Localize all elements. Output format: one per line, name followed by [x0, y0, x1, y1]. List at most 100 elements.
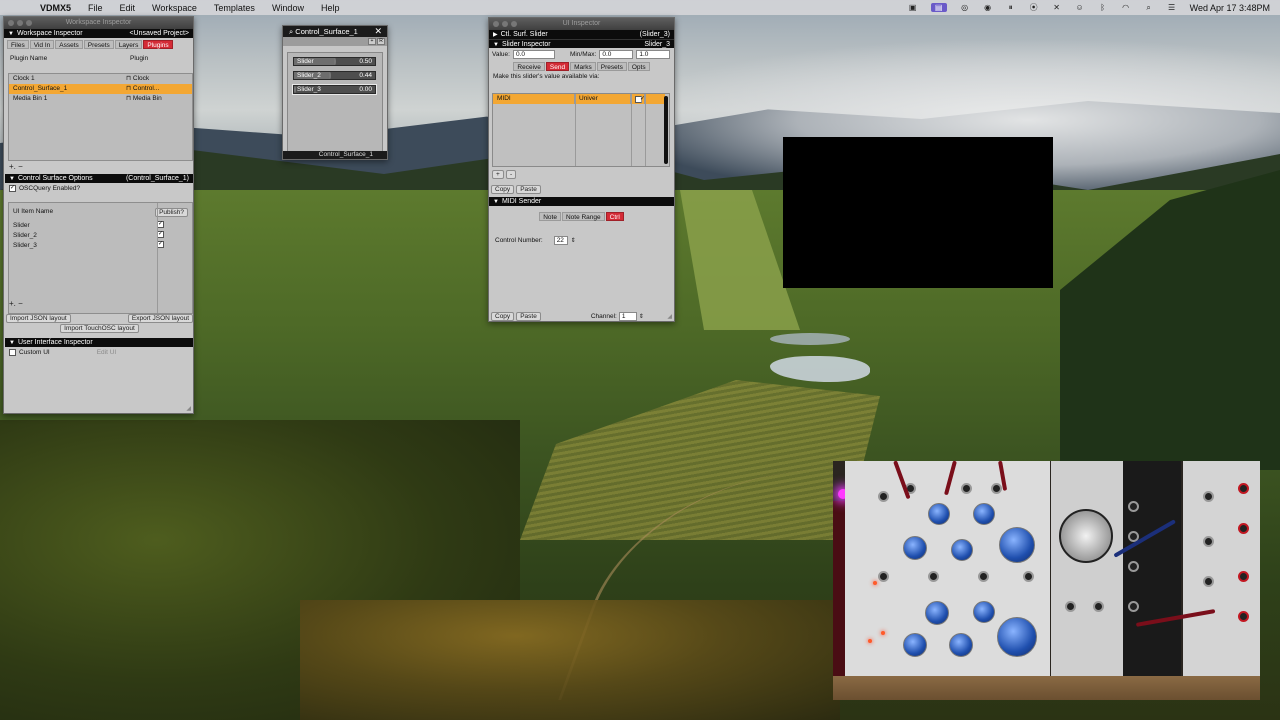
menu-templates[interactable]: Templates — [214, 3, 255, 13]
close-icon[interactable] — [8, 20, 14, 26]
tab-note-range[interactable]: Note Range — [561, 212, 605, 221]
publish-checkbox[interactable]: ✓ — [157, 241, 164, 248]
oscquery-checkbox[interactable]: ✓ — [9, 185, 16, 192]
list-item[interactable]: Slider_2 ✓ — [9, 231, 192, 241]
col-plugin-name[interactable]: Plugin Name — [10, 55, 130, 62]
value-field[interactable]: 0.0 — [512, 50, 555, 59]
enabled-checkbox[interactable]: ✓ — [631, 94, 645, 104]
slider-3[interactable]: Slider_3 0.00 — [292, 84, 377, 95]
tab-files[interactable]: Files — [7, 40, 29, 49]
table-row[interactable]: MIDI Univer ✓ — [493, 94, 665, 104]
disclosure-triangle-icon[interactable]: ▶ — [493, 32, 498, 38]
tab-ctrl[interactable]: Ctrl — [605, 212, 624, 221]
creative-cloud-icon[interactable]: ◎ — [960, 3, 970, 12]
pause-icon[interactable]: ⏸ — [1006, 3, 1016, 12]
mute-icon[interactable]: ✕ — [1052, 3, 1062, 12]
copy-button[interactable]: Copy — [491, 185, 515, 194]
table-row[interactable]: Media Bin 1 ⊓ Media Bin — [9, 94, 192, 104]
camera-icon[interactable]: ▣ — [908, 3, 918, 12]
tab-note[interactable]: Note — [539, 212, 561, 221]
paste-button[interactable]: Paste — [516, 185, 541, 194]
tab-plugins[interactable]: Plugins — [143, 40, 173, 49]
list-item[interactable]: Slider ✓ — [9, 221, 192, 231]
export-json-button[interactable]: Export JSON layout — [127, 314, 193, 323]
screen-share-icon[interactable]: ▤ — [930, 3, 947, 12]
add-icon[interactable]: +. — [9, 299, 16, 308]
channel-field[interactable]: 1 — [618, 312, 637, 321]
edit-mode-icon[interactable]: R — [377, 38, 385, 45]
send-dest[interactable]: Univer — [575, 94, 631, 104]
disclosure-triangle-icon[interactable]: ▼ — [8, 31, 14, 37]
list-item[interactable]: Slider_3 ✓ — [9, 241, 192, 251]
tab-marks[interactable]: Marks — [570, 62, 596, 71]
control-center-icon[interactable]: ☰ — [1167, 3, 1177, 12]
tab-presets[interactable]: Presets — [83, 40, 114, 49]
col-ui-item-name[interactable]: UI Item Name — [13, 208, 53, 221]
stepper-icon[interactable]: ⇕ — [639, 313, 644, 320]
tab-presets[interactable]: Presets — [596, 62, 627, 71]
clock[interactable]: Wed Apr 17 3:48PM — [1190, 3, 1270, 13]
tab-opts[interactable]: Opts — [627, 62, 650, 71]
menu-window[interactable]: Window — [272, 3, 304, 13]
slider-knob[interactable] — [334, 58, 336, 65]
control-number-field[interactable]: 22 — [553, 236, 568, 245]
tab-send[interactable]: Send — [545, 62, 570, 71]
minimize-icon[interactable] — [17, 20, 23, 26]
scrollbar[interactable] — [664, 96, 668, 164]
slider-2[interactable]: Slider_2 0.44 — [293, 71, 376, 80]
record-icon[interactable]: ◉ — [983, 3, 993, 12]
search-icon[interactable]: ⌕ — [1144, 3, 1154, 12]
import-json-button[interactable]: Import JSON layout — [6, 314, 71, 323]
min-field[interactable]: 0.0 — [599, 50, 634, 59]
menu-edit[interactable]: Edit — [120, 3, 136, 13]
max-field[interactable]: 1.0 — [636, 50, 671, 59]
menu-help[interactable]: Help — [321, 3, 340, 13]
slider-1[interactable]: Slider 0.50 — [293, 57, 376, 66]
app-menu[interactable]: VDMX5 — [40, 3, 71, 13]
col-plugin[interactable]: Plugin — [130, 55, 148, 62]
disclosure-triangle-icon[interactable]: ▼ — [493, 199, 499, 205]
user-icon[interactable]: ☺ — [1075, 3, 1085, 12]
zoom-icon[interactable] — [511, 21, 517, 27]
add-icon[interactable]: +. — [9, 162, 16, 171]
add-icon[interactable]: + — [492, 170, 504, 179]
menu-file[interactable]: File — [88, 3, 103, 13]
window-titlebar[interactable]: Workspace Inspector — [4, 17, 193, 29]
publish-button[interactable]: Publish? — [155, 208, 188, 217]
resize-handle-icon[interactable]: ◢ — [186, 405, 191, 412]
minimize-icon[interactable] — [502, 21, 508, 27]
slider-knob[interactable] — [329, 72, 331, 79]
edit-ui-button[interactable]: Edit UI — [97, 349, 117, 356]
zoom-icon[interactable] — [26, 20, 32, 26]
resize-handle-icon[interactable]: ◢ — [667, 313, 672, 320]
tab-layers[interactable]: Layers — [114, 40, 143, 49]
close-icon[interactable] — [493, 21, 499, 27]
disclosure-triangle-icon[interactable]: ▼ — [9, 176, 15, 182]
publish-checkbox[interactable]: ✓ — [157, 221, 164, 228]
wifi-icon[interactable]: ◠ — [1121, 3, 1131, 12]
import-touchosc-button[interactable]: Import TouchOSC layout — [60, 324, 139, 333]
menu-workspace[interactable]: Workspace — [152, 3, 197, 13]
slider-knob[interactable] — [294, 86, 296, 93]
publish-checkbox[interactable]: ✓ — [157, 231, 164, 238]
table-row[interactable]: Clock 1 ⊓ Clock — [9, 74, 192, 84]
window-titlebar[interactable]: UI Inspector — [489, 18, 674, 30]
table-row[interactable]: Control_Surface_1 ⊓ Control... — [9, 84, 192, 94]
bluetooth-icon[interactable]: ᛒ — [1098, 3, 1108, 12]
add-element-icon[interactable]: + — [368, 38, 376, 45]
tab-vid-in[interactable]: Vid In — [29, 40, 55, 49]
control-surface-titlebar[interactable]: ⌕ Control_Surface_1 ✕ — [283, 26, 387, 37]
copy-button[interactable]: Copy — [491, 312, 515, 321]
stepper-icon[interactable]: ⇕ — [571, 237, 576, 244]
airdrop-icon[interactable]: ⦿ — [1029, 3, 1039, 12]
disclosure-triangle-icon[interactable]: ▼ — [493, 42, 499, 48]
remove-icon[interactable]: - — [506, 170, 517, 179]
close-icon[interactable]: ✕ — [374, 26, 382, 37]
disclosure-triangle-icon[interactable]: ▼ — [9, 340, 15, 346]
custom-ui-checkbox[interactable] — [9, 349, 16, 356]
tab-assets[interactable]: Assets — [55, 40, 83, 49]
tab-receive[interactable]: Receive — [513, 62, 545, 71]
remove-icon[interactable]: − — [18, 162, 23, 171]
remove-icon[interactable]: − — [18, 299, 23, 308]
paste-button[interactable]: Paste — [516, 312, 541, 321]
